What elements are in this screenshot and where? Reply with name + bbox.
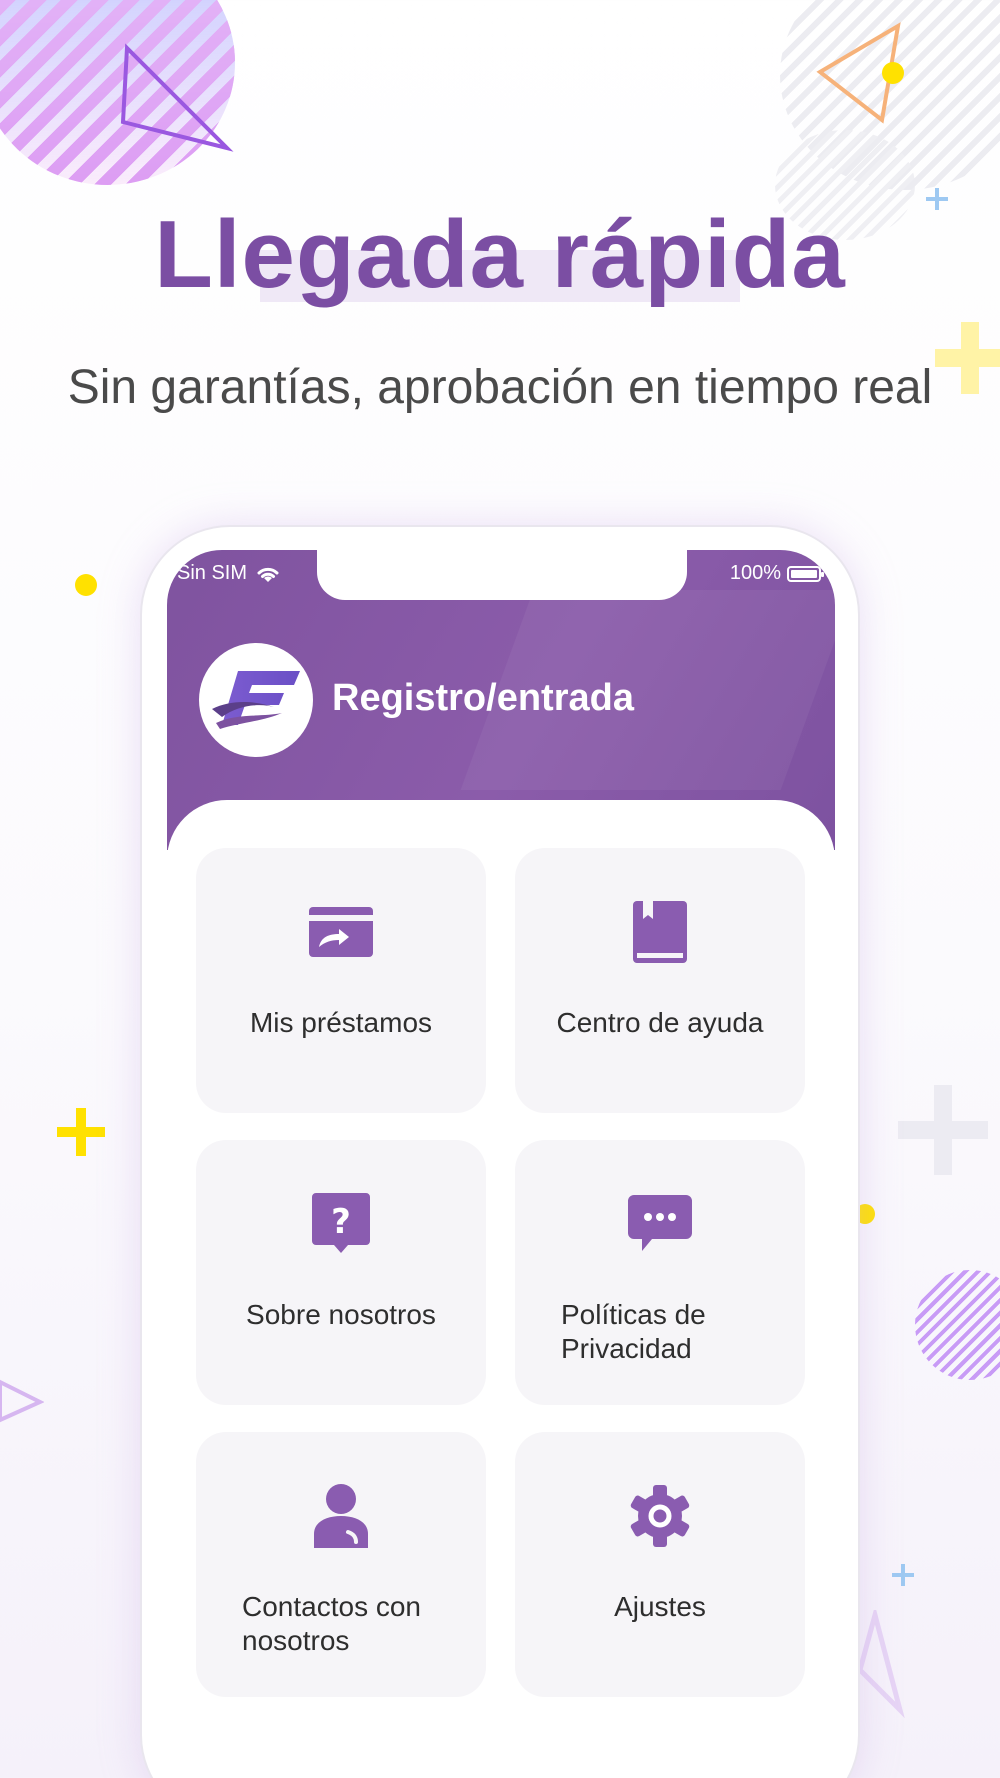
status-bar-right: 100% — [729, 562, 824, 585]
decorative-striped-circle-top-right — [780, 0, 1000, 190]
menu-item-label: Contactos con nosotros — [242, 1591, 421, 1656]
plus-decoration-blue-bottom — [892, 1564, 914, 1586]
menu-item-label: Políticas de Privacidad — [561, 1299, 706, 1364]
person-icon — [314, 1484, 368, 1548]
triangle-outline-decoration-orange — [816, 22, 904, 124]
login-register-link[interactable]: Registro/entrada — [332, 677, 634, 720]
decorative-striped-circle-right — [915, 1270, 1000, 1380]
svg-text:?: ? — [331, 1202, 351, 1242]
carrier-label: Sin SIM — [177, 562, 248, 584]
menu-item-label: Mis préstamos — [249, 1007, 433, 1038]
plus-decoration-faint — [898, 1085, 988, 1175]
plus-decoration-yellow — [57, 1108, 105, 1156]
triangle-outline-decoration — [120, 43, 234, 152]
triangle-decoration-left — [0, 1379, 44, 1423]
menu-item-label: Ajustes — [614, 1591, 706, 1622]
menu-item-label: Centro de ayuda — [556, 1007, 764, 1038]
gear-icon — [630, 1485, 690, 1547]
menu-item-ajustes[interactable]: Ajustes — [515, 1432, 805, 1697]
wifi-icon — [257, 567, 279, 582]
phone-screen: Sin SIM 100% Registro/entrada Mis présta… — [167, 550, 835, 1778]
app-logo — [199, 643, 313, 757]
question-bubble-icon: ? — [312, 1193, 370, 1253]
chat-bubble-icon — [628, 1195, 692, 1251]
menu-item-label: Sobre nosotros — [246, 1299, 436, 1330]
battery-percent: 100% — [729, 562, 781, 584]
menu-panel: Mis préstamos Centro de ayuda ? Sobre no… — [167, 800, 835, 1778]
decorative-striped-circle — [0, 0, 235, 185]
phone-notch — [317, 550, 687, 600]
page-subtitle: Sin garantías, aprobación en tiempo real — [67, 361, 933, 414]
brand-f-logo-icon — [212, 671, 300, 729]
status-bar-left: Sin SIM — [177, 562, 281, 585]
menu-item-mis-prestamos[interactable]: Mis préstamos — [196, 848, 486, 1113]
menu-item-politicas-de-privacidad[interactable]: Políticas de Privacidad — [515, 1140, 805, 1405]
menu-item-sobre-nosotros[interactable]: ? Sobre nosotros — [196, 1140, 486, 1405]
menu-item-contactos[interactable]: Contactos con nosotros — [196, 1432, 486, 1697]
page-title: Llegada rápida — [154, 201, 846, 308]
yellow-dot-decoration — [75, 574, 97, 596]
card-transfer-icon — [309, 907, 373, 957]
triangle-decoration-bottom-right — [857, 1610, 905, 1719]
battery-icon — [787, 565, 824, 582]
book-icon — [633, 901, 687, 963]
menu-item-centro-de-ayuda[interactable]: Centro de ayuda — [515, 848, 805, 1113]
